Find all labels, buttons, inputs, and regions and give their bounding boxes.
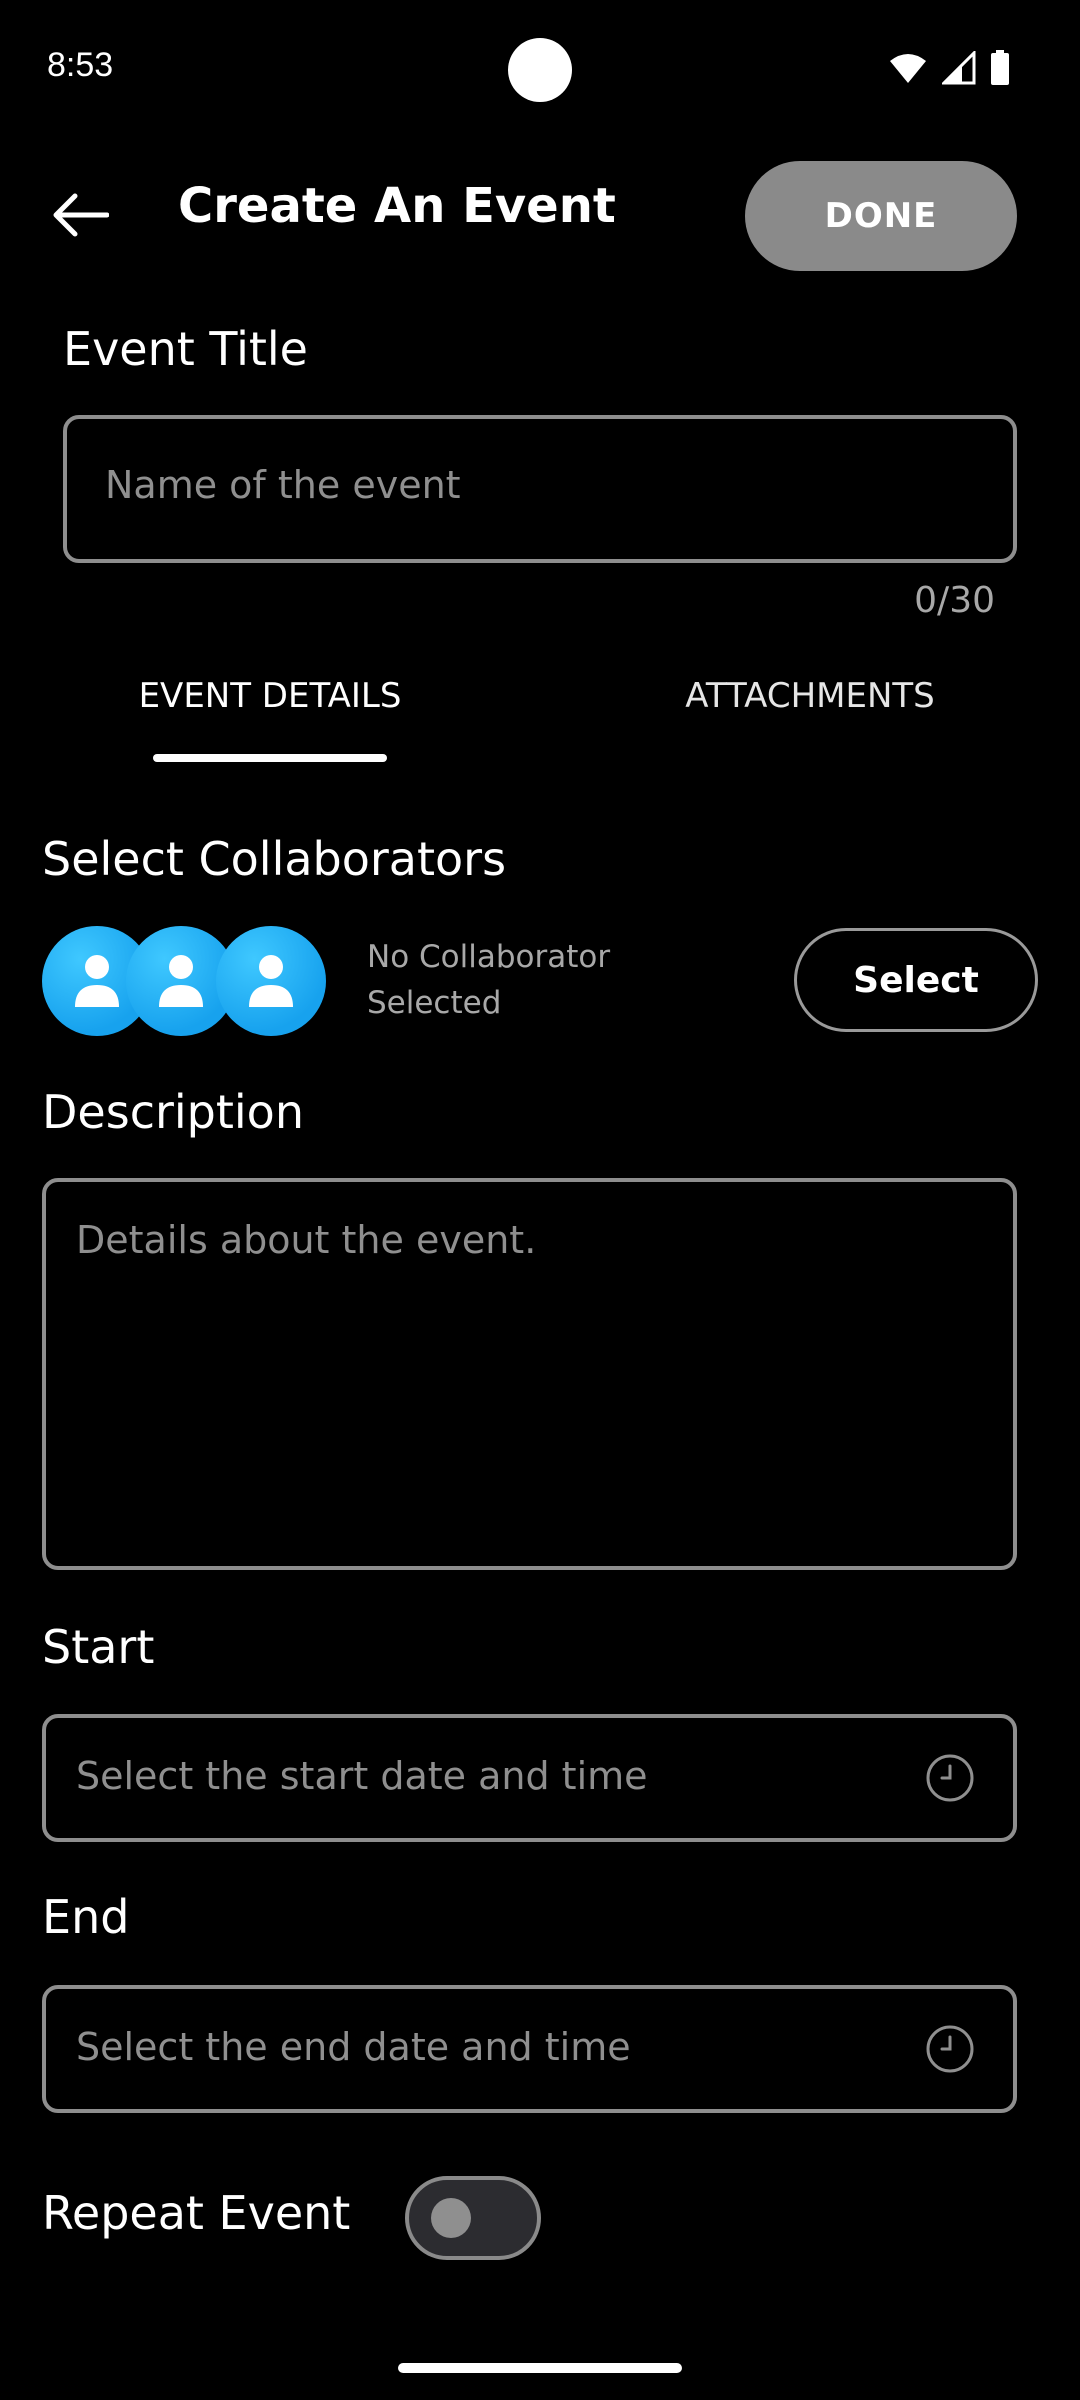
start-label: Start — [42, 1620, 155, 1674]
clock-icon — [926, 2025, 974, 2073]
back-button[interactable] — [40, 180, 120, 250]
start-placeholder: Select the start date and time — [76, 1754, 648, 1798]
page-title: Create An Event — [178, 178, 616, 234]
collaborator-status: No Collaborator Selected — [367, 934, 687, 1026]
toggle-knob — [431, 2198, 471, 2238]
select-collaborators-button[interactable]: Select — [794, 928, 1038, 1032]
end-label: End — [42, 1890, 130, 1944]
wifi-icon — [890, 54, 926, 83]
end-datetime-field[interactable]: Select the end date and time — [42, 1985, 1017, 2113]
user-icon — [249, 955, 293, 1007]
event-title-input[interactable]: Name of the event — [63, 415, 1017, 563]
status-time: 8:53 — [47, 46, 114, 84]
user-icon — [75, 955, 119, 1007]
battery-icon — [991, 50, 1009, 85]
description-input[interactable]: Details about the event. — [42, 1178, 1017, 1570]
collaborator-avatars — [42, 925, 332, 1037]
clock-icon — [926, 1754, 974, 1802]
active-tab-indicator — [153, 754, 387, 762]
repeat-event-label: Repeat Event — [42, 2186, 351, 2240]
arrow-left-icon — [53, 193, 109, 237]
camera-cutout — [508, 38, 572, 102]
collaborators-label: Select Collaborators — [42, 832, 507, 886]
event-title-placeholder: Name of the event — [105, 463, 461, 507]
character-counter: 0/30 — [914, 580, 995, 621]
home-indicator — [398, 2363, 682, 2373]
avatar — [216, 926, 326, 1036]
collaborator-status-line1: No Collaborator — [367, 939, 611, 975]
tab-attachments[interactable]: ATTACHMENTS — [640, 676, 980, 716]
description-placeholder: Details about the event. — [76, 1218, 537, 1262]
tab-event-details[interactable]: EVENT DETAILS — [100, 676, 440, 716]
end-placeholder: Select the end date and time — [76, 2025, 631, 2069]
description-label: Description — [42, 1085, 304, 1139]
collaborator-status-line2: Selected — [367, 985, 502, 1021]
event-title-label: Event Title — [63, 322, 308, 376]
status-icons — [888, 50, 1010, 86]
signal-icon — [942, 51, 976, 85]
repeat-event-toggle[interactable] — [405, 2176, 541, 2260]
done-button[interactable]: DONE — [745, 161, 1017, 271]
user-icon — [159, 955, 203, 1007]
start-datetime-field[interactable]: Select the start date and time — [42, 1714, 1017, 1842]
